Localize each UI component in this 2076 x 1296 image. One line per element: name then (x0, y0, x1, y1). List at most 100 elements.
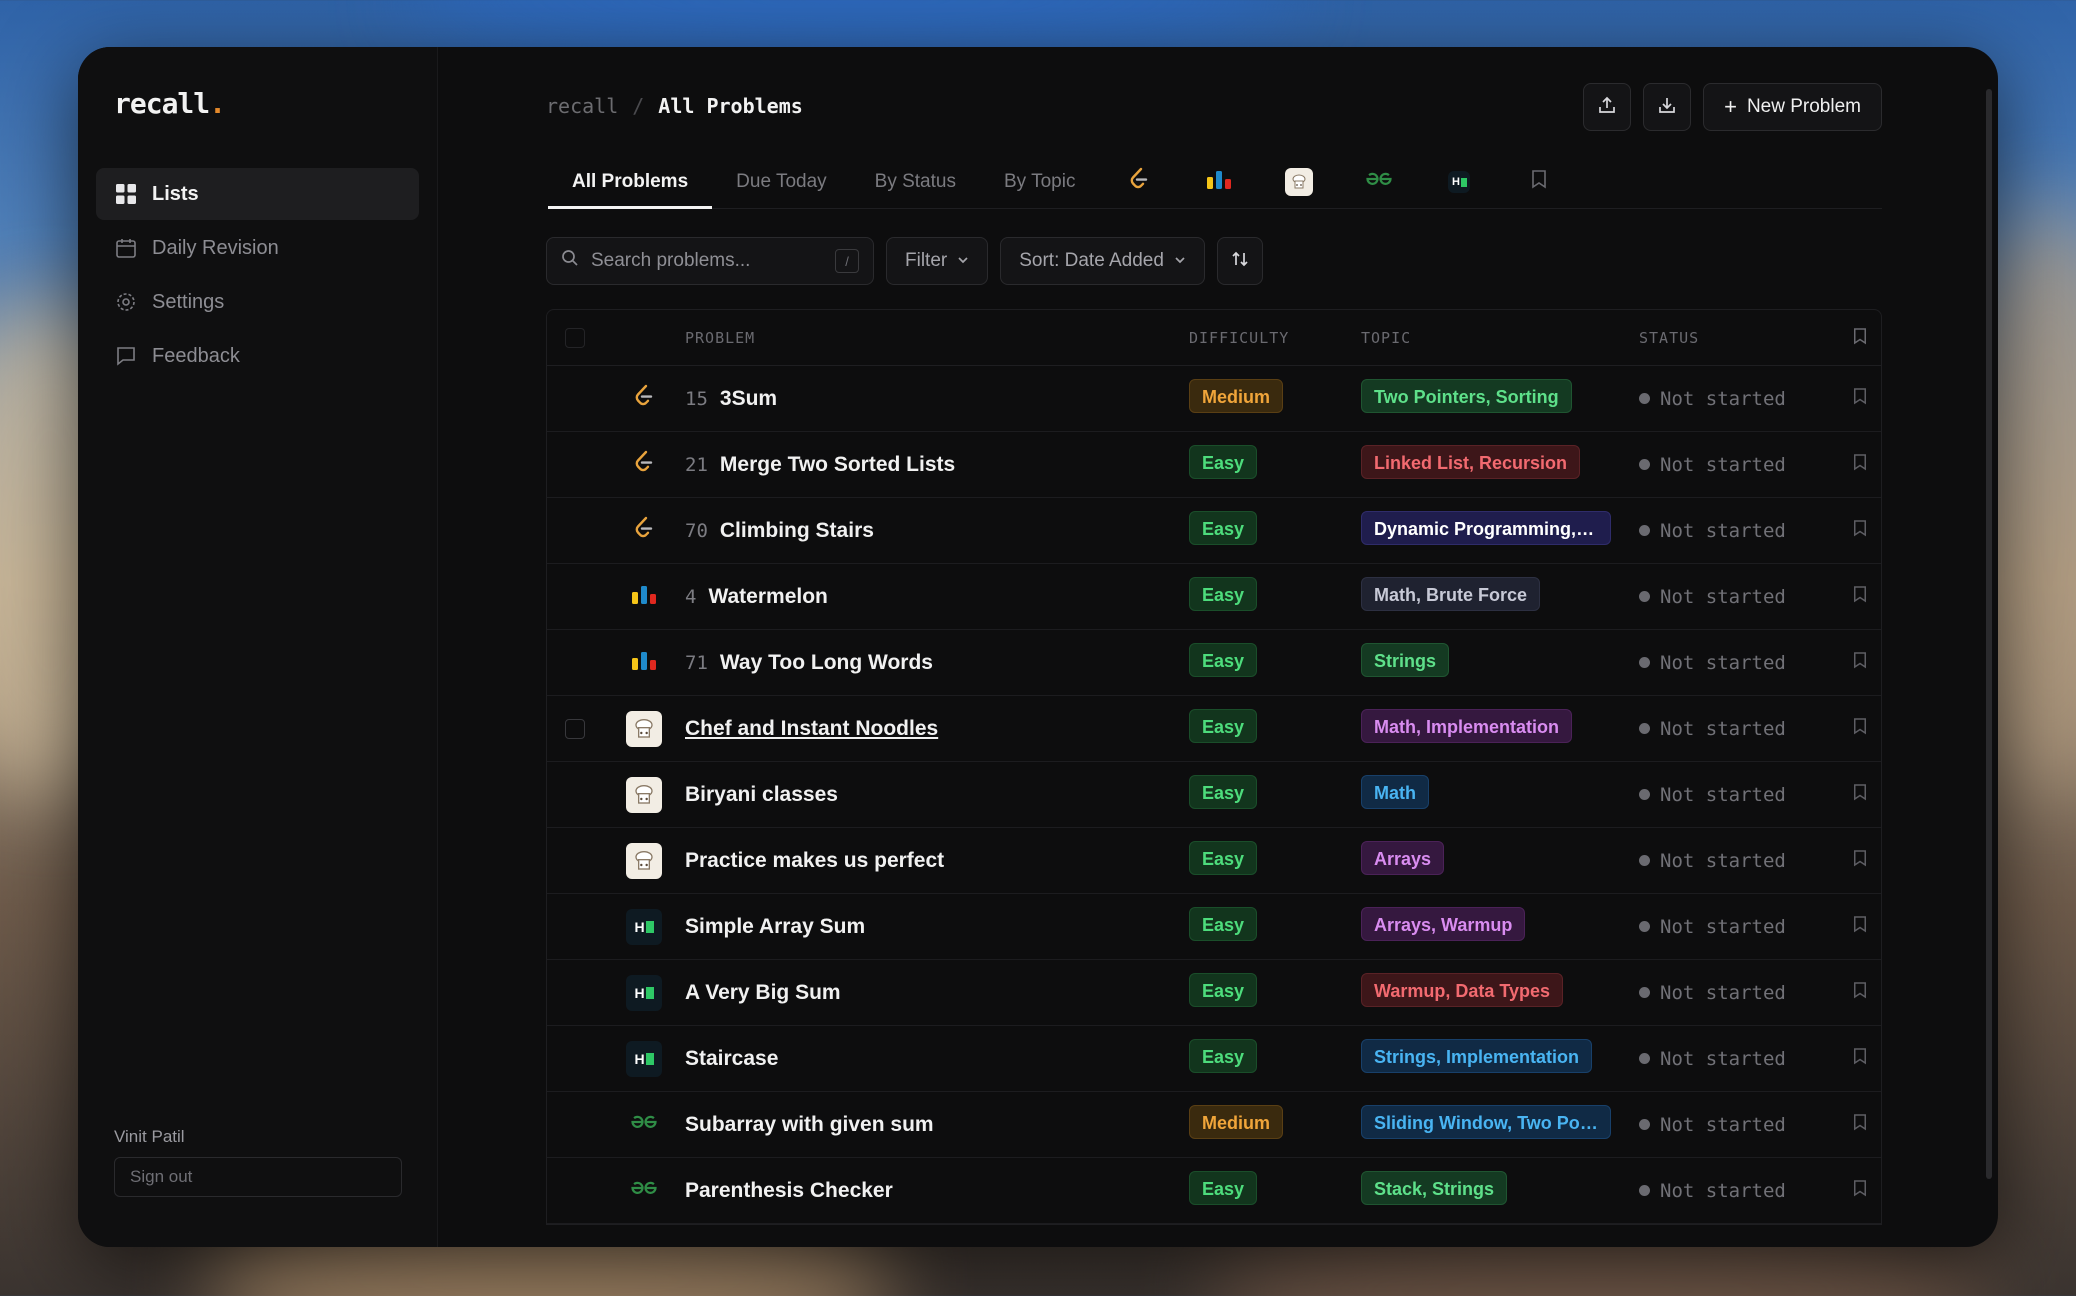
sign-out-button[interactable]: Sign out (114, 1157, 402, 1197)
chevron-down-icon (1174, 250, 1186, 272)
status-text: Not started (1660, 1047, 1786, 1070)
export-button[interactable] (1583, 83, 1632, 131)
problem-title[interactable]: Biryani classes (685, 783, 838, 807)
bookmark-icon[interactable] (1853, 783, 1867, 806)
bookmark-icon[interactable] (1853, 849, 1867, 872)
sort-dropdown[interactable]: Sort: Date Added (1000, 237, 1205, 285)
problem-title[interactable]: Parenthesis Checker (685, 1179, 893, 1203)
header-problem[interactable]: PROBLEM (685, 329, 1189, 347)
row-checkbox[interactable] (565, 389, 585, 409)
row-checkbox[interactable] (565, 718, 585, 739)
row-checkbox[interactable] (565, 587, 585, 607)
bookmark-icon[interactable] (1853, 981, 1867, 1004)
tab-bookmarks[interactable] (1499, 156, 1579, 208)
sidebar-item-settings[interactable]: Settings (96, 276, 419, 328)
scrollbar[interactable] (1986, 89, 1992, 1179)
problem-title[interactable]: Simple Array Sum (685, 915, 865, 939)
status-dot (1639, 1185, 1650, 1196)
row-checkbox[interactable] (565, 983, 585, 1003)
breadcrumb-separator: / (632, 94, 645, 118)
table-row[interactable]: Practice makes us perfect Easy Arrays Not s… (547, 828, 1881, 894)
search-input[interactable]: Search problems... / (546, 237, 874, 285)
problem-title[interactable]: Practice makes us perfect (685, 849, 944, 873)
table-row[interactable]: 21 Merge Two Sorted Lists Easy Linked List,… (547, 432, 1881, 498)
tab-hackerrank[interactable]: H (1419, 156, 1499, 208)
import-button[interactable] (1643, 83, 1692, 131)
problem-number: 15 (685, 387, 708, 410)
table-row[interactable]: 4 Watermelon Easy Math, Brute Force Not star… (547, 564, 1881, 630)
new-problem-button[interactable]: + New Problem (1703, 83, 1882, 131)
select-all-checkbox[interactable] (565, 327, 585, 348)
sort-arrows-icon (1230, 249, 1250, 274)
tab-by-topic[interactable]: By Topic (980, 156, 1099, 208)
row-checkbox[interactable] (565, 1115, 585, 1135)
problem-title[interactable]: Chef and Instant Noodles (685, 717, 938, 741)
tab-by-status[interactable]: By Status (851, 156, 980, 208)
tab-all-problems[interactable]: All Problems (548, 156, 713, 209)
bookmark-icon[interactable] (1853, 1047, 1867, 1070)
problem-title[interactable]: Staircase (685, 1047, 778, 1071)
bookmark-icon[interactable] (1853, 585, 1867, 608)
bookmark-icon[interactable] (1853, 1179, 1867, 1202)
search-placeholder: Search problems... (591, 250, 751, 271)
table-row[interactable]: Subarray with given sum Medium Sliding Win… (547, 1092, 1881, 1158)
problem-title[interactable]: Watermelon (708, 585, 827, 609)
bookmark-icon[interactable] (1853, 717, 1867, 740)
header-status[interactable]: STATUS (1639, 329, 1829, 347)
search-icon (561, 249, 579, 273)
status-text: Not started (1660, 981, 1786, 1004)
sidebar-item-daily-revision[interactable]: Daily Revision (96, 222, 419, 274)
status-dot (1639, 723, 1650, 734)
status-dot (1639, 855, 1650, 866)
tab-due-today[interactable]: Due Today (712, 156, 851, 208)
bookmark-icon[interactable] (1853, 453, 1867, 476)
sort-direction-button[interactable] (1216, 237, 1263, 285)
table-row[interactable]: 15 3Sum Medium Two Pointers, Sorting Not sta… (547, 366, 1881, 432)
codeforces-icon (631, 584, 657, 609)
table-row[interactable]: H A Very Big Sum Easy Warmup, Data Types Not… (547, 960, 1881, 1026)
status-dot (1639, 393, 1650, 404)
row-checkbox[interactable] (565, 851, 585, 871)
row-checkbox[interactable] (565, 653, 585, 673)
problem-title[interactable]: Subarray with given sum (685, 1113, 934, 1137)
tab-leetcode[interactable] (1099, 156, 1179, 208)
filter-dropdown[interactable]: Filter (886, 237, 989, 285)
row-checkbox[interactable] (565, 917, 585, 937)
tab-codechef[interactable] (1259, 156, 1339, 208)
leetcode-icon (633, 516, 655, 545)
bookmark-icon[interactable] (1853, 387, 1867, 410)
table-row[interactable]: H Staircase Easy Strings, Implementation Not… (547, 1026, 1881, 1092)
row-checkbox[interactable] (565, 455, 585, 475)
bookmark-icon[interactable] (1853, 651, 1867, 674)
bookmark-icon[interactable] (1853, 327, 1867, 349)
table-row[interactable]: Biryani classes Easy Math Not started (547, 762, 1881, 828)
breadcrumb-root[interactable]: recall (546, 94, 618, 118)
bookmark-icon[interactable] (1853, 519, 1867, 542)
row-checkbox[interactable] (565, 1181, 585, 1201)
problem-title[interactable]: 3Sum (720, 387, 777, 411)
bookmark-icon[interactable] (1853, 1113, 1867, 1136)
table-row[interactable]: 70 Climbing Stairs Easy Dynamic Programming… (547, 498, 1881, 564)
sidebar-item-lists[interactable]: Lists (96, 168, 419, 220)
tab-geeksforgeeks[interactable] (1339, 156, 1419, 208)
problem-title[interactable]: Merge Two Sorted Lists (720, 453, 955, 477)
app-window: recall. Lists Daily Revision Settings Fe… (78, 47, 1998, 1247)
problem-title[interactable]: Way Too Long Words (720, 651, 933, 675)
table-row[interactable]: Chef and Instant Noodles Easy Math, Implem… (547, 696, 1881, 762)
header-topic[interactable]: TOPIC (1361, 329, 1639, 347)
problem-title[interactable]: A Very Big Sum (685, 981, 841, 1005)
app-logo[interactable]: recall. (96, 87, 419, 120)
bookmark-icon[interactable] (1853, 915, 1867, 938)
problem-title[interactable]: Climbing Stairs (720, 519, 874, 543)
difficulty-badge: Easy (1189, 973, 1258, 1007)
row-checkbox[interactable] (565, 1049, 585, 1069)
header-difficulty[interactable]: DIFFICULTY (1189, 329, 1361, 347)
leetcode-icon (1128, 167, 1150, 197)
tab-codeforces[interactable] (1179, 156, 1259, 208)
row-checkbox[interactable] (565, 521, 585, 541)
row-checkbox[interactable] (565, 785, 585, 805)
table-row[interactable]: H Simple Array Sum Easy Arrays, Warmup Not s… (547, 894, 1881, 960)
table-row[interactable]: Parenthesis Checker Easy Stack, Strings Not… (547, 1158, 1881, 1224)
sidebar-item-feedback[interactable]: Feedback (96, 330, 419, 382)
table-row[interactable]: 71 Way Too Long Words Easy Strings Not start… (547, 630, 1881, 696)
